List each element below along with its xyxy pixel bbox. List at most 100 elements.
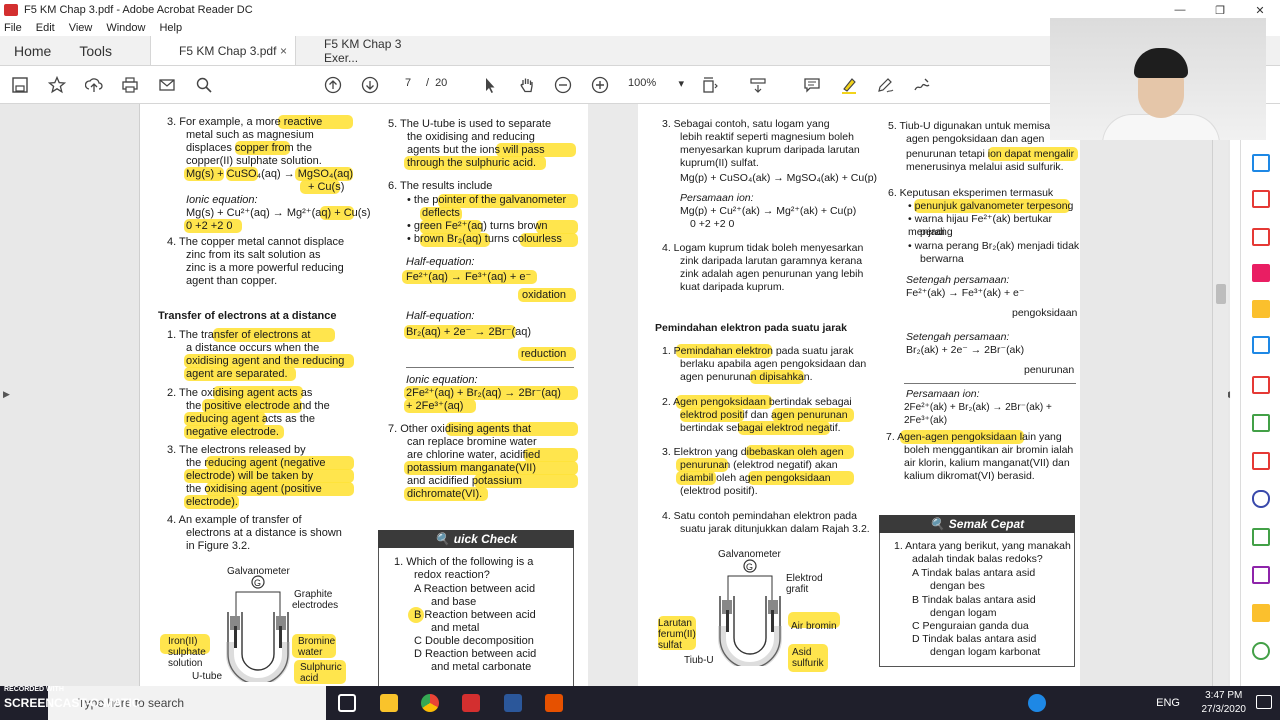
scrolling-mode-icon[interactable] (748, 75, 768, 95)
star-icon[interactable] (47, 75, 67, 95)
file-explorer-icon[interactable] (380, 694, 398, 712)
combine-files-icon[interactable] (1252, 336, 1270, 354)
send-for-review-icon[interactable] (1252, 604, 1270, 622)
title-bar: F5 KM Chap 3.pdf - Adobe Acrobat Reader … (0, 0, 1280, 20)
text-line: zink daripada larutan garamnya kerana (680, 255, 863, 267)
figure-label-bromine: water (298, 647, 323, 658)
chrome-icon[interactable] (421, 694, 439, 712)
scan-ocr-icon[interactable] (1252, 528, 1270, 546)
tab-home[interactable]: Home (0, 36, 65, 65)
semak-cepat-header: 🔍 Semak Cepat (879, 515, 1075, 533)
text-line: dichromate(VI). (407, 488, 483, 500)
sign-icon[interactable] (912, 75, 932, 95)
screencast-recorder-icon[interactable] (545, 694, 563, 712)
text-line: kalium dikromat(VI) berasid. (904, 470, 1035, 482)
answer-option: and metal carbonate (431, 661, 532, 673)
text-line: 3. Elektron yang dibebaskan oleh agen (662, 446, 844, 458)
tab-document-exercise[interactable]: F5 KM Chap 3 Exer... (296, 36, 442, 65)
semak-cepat-title: Semak Cepat (948, 517, 1025, 531)
text-line: 4. Logam kuprum tidak boleh menyesarkan (662, 242, 864, 254)
task-view-icon[interactable] (338, 694, 356, 712)
equation-line: Br₂(ak) + 2e⁻ → 2Br⁻(ak) (906, 344, 1025, 356)
text-line: the oxidising agent (positive (186, 483, 322, 495)
scrollbar-thumb[interactable] (1216, 284, 1226, 304)
draw-pen-icon[interactable] (875, 75, 895, 95)
zoom-level-select[interactable]: 100% ▾ (628, 77, 684, 90)
divider (904, 383, 1076, 384)
compress-icon[interactable] (1252, 414, 1270, 432)
organize-pages-icon[interactable] (1252, 264, 1270, 282)
equation-label: Setengah persamaan: (906, 331, 1010, 343)
zoom-out-icon[interactable] (553, 75, 573, 95)
comment-icon[interactable] (802, 75, 822, 95)
menu-help[interactable]: Help (159, 22, 182, 34)
text-line: 5. The U-tube is used to separate (388, 118, 552, 130)
previous-page-icon[interactable] (323, 75, 343, 95)
restore-button[interactable]: ❐ (1200, 0, 1240, 20)
fit-page-icon[interactable] (700, 75, 720, 95)
document-page-malay: 3. Sebagai contoh, satu logam yang lebih… (638, 104, 1080, 686)
text-line: menerusinya melalui asid sulfurik. (906, 161, 1064, 173)
answer-option: C Penguraian ganda dua (912, 620, 1029, 632)
text-line: and acidified potassium (407, 475, 522, 487)
figure-label-utube: Tiub-U (684, 655, 714, 666)
comment-tool-icon[interactable] (1252, 300, 1270, 318)
next-page-icon[interactable] (360, 75, 380, 95)
select-cursor-icon[interactable] (480, 75, 500, 95)
tab-document-active[interactable]: F5 KM Chap 3.pdf × (150, 36, 297, 65)
menu-file[interactable]: File (4, 22, 22, 34)
text-line: 5. Tiub-U digunakan untuk memisahkan (888, 120, 1074, 132)
protect-shield-icon[interactable] (1252, 490, 1270, 508)
close-tab-icon[interactable]: × (280, 44, 287, 58)
acrobat-taskbar-icon[interactable] (462, 694, 480, 712)
tab-tools[interactable]: Tools (65, 36, 126, 65)
text-line: 4. An example of transfer of (167, 514, 302, 526)
hand-tool-icon[interactable] (517, 75, 537, 95)
left-panel: ▶ (0, 104, 140, 686)
text-line: air klorin, kalium manganat(VII) dan (904, 457, 1070, 469)
input-language[interactable]: ENG (1156, 697, 1180, 709)
text-line: zink adalah agen penurunan yang lebih (680, 268, 864, 280)
close-window-button[interactable]: ✕ (1240, 0, 1280, 20)
bullet-line: • green Fe²⁺(aq) turns brown (407, 220, 548, 232)
redact-icon[interactable] (1252, 452, 1270, 470)
text-line: through the sulphuric acid. (407, 157, 537, 169)
edit-pdf-icon[interactable] (1252, 228, 1270, 246)
upload-icon[interactable] (84, 75, 104, 95)
zoom-in-icon[interactable] (590, 75, 610, 95)
word-icon[interactable] (504, 694, 522, 712)
figure-label-galvanometer: Galvanometer (718, 549, 781, 560)
fill-sign-icon[interactable] (1252, 376, 1270, 394)
search-icon[interactable] (194, 75, 214, 95)
highlight-pen-icon[interactable] (839, 75, 859, 95)
minimize-button[interactable]: — (1160, 0, 1200, 20)
expand-left-panel-icon[interactable]: ▶ (3, 389, 10, 400)
email-icon[interactable] (157, 75, 177, 95)
text-line: agent are separated. (186, 368, 288, 380)
notification-icon[interactable] (1256, 695, 1272, 709)
figure-label-solution: Larutan (658, 618, 692, 629)
text-line: reducing agent acts as the (186, 413, 316, 425)
text-line: 6. The results include (388, 180, 493, 192)
text-line: 3. The electrons released by (167, 444, 306, 456)
zoom-level-value: 100% (628, 77, 657, 89)
menu-window[interactable]: Window (106, 22, 145, 34)
more-tools-icon[interactable] (1252, 642, 1270, 660)
answer-option: dengan bes (930, 580, 985, 592)
save-icon[interactable] (10, 75, 30, 95)
page-total: 20 (435, 77, 448, 89)
sign-tool-icon[interactable] (1252, 566, 1270, 584)
export-pdf-icon[interactable] (1252, 190, 1270, 208)
menu-view[interactable]: View (69, 22, 93, 34)
print-icon[interactable] (120, 75, 140, 95)
create-pdf-icon[interactable] (1252, 154, 1270, 172)
system-clock[interactable]: 3:47 PM 27/3/2020 (1202, 689, 1247, 717)
page-number-input[interactable]: 7 (396, 77, 420, 89)
figure-label-bromine: Bromine (298, 636, 336, 647)
help-tray-icon[interactable] (1028, 694, 1046, 712)
menu-edit[interactable]: Edit (36, 22, 55, 34)
equation-tag: oxidation (522, 289, 567, 301)
vertical-scrollbar[interactable] (1212, 104, 1228, 686)
quick-check-header: 🔍 uick Check (378, 530, 574, 548)
bullet-line: • brown Br₂(aq) turns colourless (407, 233, 562, 245)
